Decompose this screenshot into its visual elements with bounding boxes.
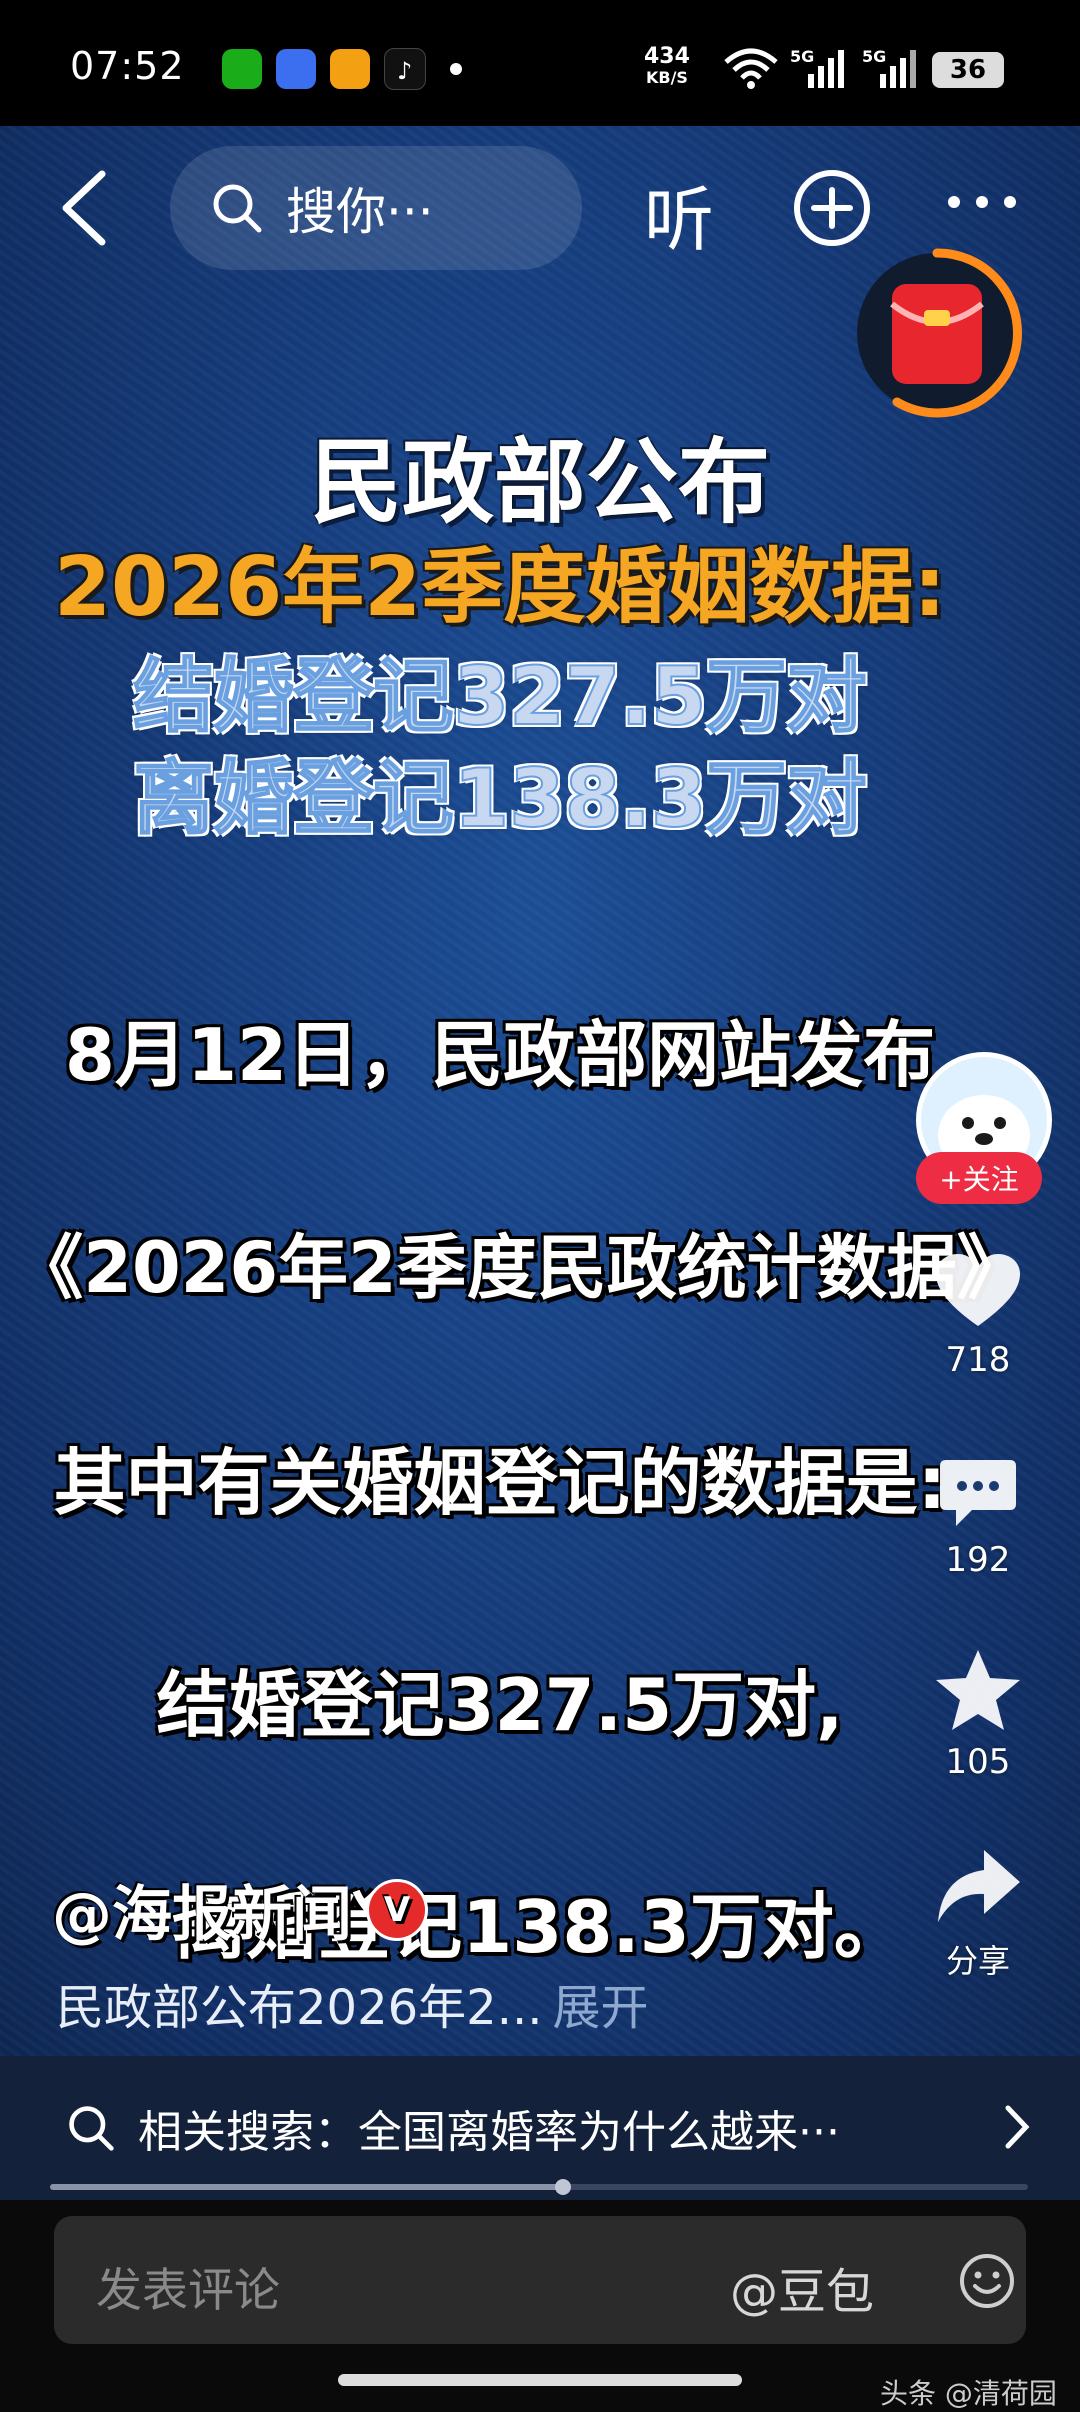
genshin-app-icon [276,49,316,89]
more-icon[interactable] [946,192,1018,212]
favorite-button[interactable]: 105 [910,1648,1046,1782]
video-progress-bar[interactable] [50,2179,1028,2195]
search-icon [69,2106,114,2151]
chevron-right-icon [1005,2105,1030,2149]
progress-fill [50,2184,564,2190]
author-name: @海报新闻 [52,1880,352,1950]
red-packet-timer-icon[interactable] [852,248,1022,418]
related-search-text: 相关搜索：全国离婚率为什么越来··· [138,2107,840,2158]
like-count: 718 [945,1340,1011,1380]
comment-count: 192 [945,1540,1011,1580]
subtitle-line-4: 结婚登记327.5万对, [156,1663,844,1747]
subtitle-line-2: 《2026年2季度民政统计数据》 [13,1227,1027,1309]
net-speed-unit: KB/S [645,68,688,87]
search-icon [213,184,262,233]
follow-button[interactable]: +关注 [916,1152,1042,1204]
headline-line-2: 2026年2季度婚姻数据: [53,540,947,635]
mention-button[interactable]: @豆包 [730,2252,874,2322]
share-label: 分享 [945,1942,1010,1980]
verified-badge-icon: V [366,1878,428,1941]
home-indicator[interactable] [338,2374,742,2386]
video-caption[interactable]: 民政部公布2026年2... 展开 [56,1968,649,2038]
star-icon [936,1650,1020,1730]
caption-text: 民政部公布2026年2... [56,1980,543,2036]
signal-2-icon: 5G [862,47,916,88]
back-icon[interactable] [50,166,120,250]
headline-line-4: 离婚登记138.3万对 [132,751,867,846]
signal-1-icon: 5G [790,47,844,88]
net-speed-value: 434 [644,44,690,69]
wifi-icon [724,48,778,89]
wechat-icon [222,49,262,89]
comment-placeholder: 发表评论 [96,2263,280,2317]
like-button[interactable]: 718 [910,1252,1046,1380]
notification-icons: ♪ [222,48,462,90]
subtitle-line-1: 8月12日，民政部网站发布 [64,1013,936,1097]
search-input[interactable]: 搜你··· [170,146,582,270]
clock: 07:52 [70,44,185,88]
comment-icon [940,1460,1016,1526]
tiktok-icon: ♪ [384,48,426,90]
heart-icon [936,1254,1020,1326]
network-speed: 434 KB/S [644,46,690,88]
status-bar: 07:52 ♪ 434 KB/S 5G 5G 36 [0,0,1080,126]
svg-text:5G: 5G [862,47,886,66]
search-placeholder: 搜你··· [286,183,434,241]
add-icon[interactable] [792,168,872,248]
svg-text:5G: 5G [790,47,814,66]
more-notifications-dot [450,63,462,75]
emoji-icon[interactable] [958,2252,1016,2310]
comment-button[interactable]: 192 [910,1456,1046,1580]
favorite-count: 105 [945,1742,1011,1782]
share-button[interactable]: 分享 [910,1846,1046,1982]
watermark-text: 头条 @清荷园 [880,2377,1057,2410]
expand-button[interactable]: 展开 [552,1980,648,2036]
author-name-link[interactable]: @海报新闻 V [52,1866,428,1953]
subtitle-line-3: 其中有关婚姻登记的数据是: [53,1441,947,1525]
battery-indicator: 36 [932,52,1004,88]
video-app-icon [330,49,370,89]
headline-line-3: 结婚登记327.5万对 [132,649,867,744]
related-search-bar[interactable]: 相关搜索：全国离婚率为什么越来··· [0,2056,1080,2200]
listen-button[interactable]: 听 [644,164,714,265]
share-icon [938,1850,1020,1922]
svg-text:♪: ♪ [397,57,412,85]
comment-input[interactable]: 发表评论 @豆包 [54,2216,1026,2344]
